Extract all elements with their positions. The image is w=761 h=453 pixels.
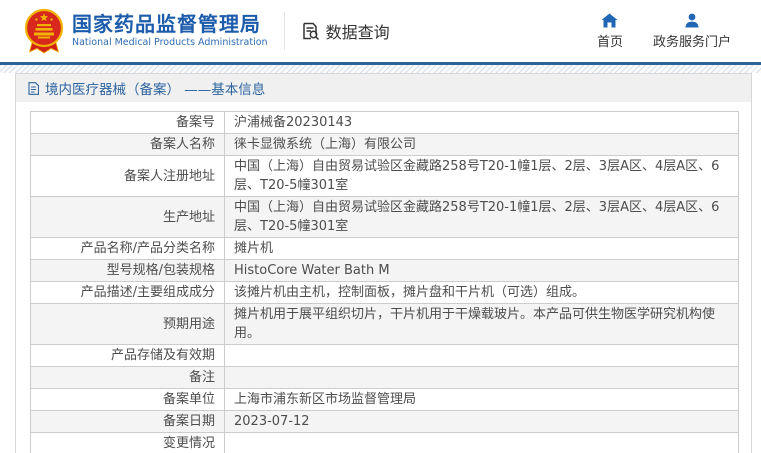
row-label: 备案人注册地址 [30, 155, 225, 197]
row-label: 备案号 [30, 111, 225, 134]
site-title: 国家药品监督管理局 [72, 12, 261, 37]
table-row: 备注 [30, 366, 739, 389]
user-icon [684, 13, 700, 28]
table-row: 生产地址 中国（上海）自由贸易试验区金藏路258号T20-1幢1层、2层、3层A区… [30, 196, 739, 238]
table-row: 产品名称/产品分类名称 摊片机 [30, 237, 739, 260]
row-label: 预期用途 [30, 303, 225, 345]
table-row: 备案日期 2023-07-12 [30, 410, 739, 433]
table-row: 备案单位 上海市浦东新区市场监督管理局 [30, 388, 739, 411]
row-label: 产品名称/产品分类名称 [30, 237, 225, 260]
row-label: 产品存储及有效期 [30, 344, 225, 367]
panel-title: 境内医疗器械（备案） ——基本信息 [45, 82, 266, 98]
site-header: 国家药品监督管理局 National Medical Products Admi… [0, 0, 761, 62]
record-table-wrap: 备案号 沪浦械备20230143 备案人名称 徕卡显微系统（上海）有限公司 备案人注册地… [16, 102, 751, 453]
data-query-label: 数据查询 [325, 23, 390, 42]
panel-title-bar: 境内医疗器械（备案） ——基本信息 [16, 74, 751, 102]
brand: 国家药品监督管理局 National Medical Products Admi… [24, 8, 268, 54]
row-label: 备注 [30, 366, 225, 389]
row-value: 摊片机 [224, 237, 739, 260]
document-icon [28, 81, 39, 95]
record-table: 备案号 沪浦械备20230143 备案人名称 徕卡显微系统（上海）有限公司 备案人注册地… [30, 111, 739, 453]
row-label: 备案单位 [30, 388, 225, 411]
national-emblem-logo [24, 8, 64, 54]
row-value [224, 366, 739, 389]
row-value: 2023-07-12 [224, 410, 739, 433]
row-label: 备案人名称 [30, 133, 225, 156]
row-label: 变更情况 [30, 432, 225, 453]
row-label: 备案日期 [30, 410, 225, 433]
nav-home-label: 首页 [596, 34, 623, 50]
row-label: 生产地址 [30, 196, 225, 238]
home-icon [601, 13, 618, 28]
row-value: HistoCore Water Bath M [224, 259, 739, 282]
table-row: 备案人注册地址 中国（上海）自由贸易试验区金藏路258号T20-1幢1层、2层、3… [30, 155, 739, 197]
row-value: 中国（上海）自由贸易试验区金藏路258号T20-1幢1层、2层、3层A区、4层A… [224, 155, 739, 197]
table-row: 产品存储及有效期 [30, 344, 739, 367]
row-value: 沪浦械备20230143 [224, 111, 739, 134]
row-value [224, 432, 739, 453]
site-subtitle: National Medical Products Administration [72, 37, 268, 49]
table-row: 产品描述/主要组成成分 该摊片机由主机，控制面板，摊片盘和干片机（可选）组成。 [30, 281, 739, 304]
record-panel: 境内医疗器械（备案） ——基本信息 备案号 沪浦械备20230143 备案人名称 徕卡… [15, 73, 752, 453]
nav-home[interactable]: 首页 [597, 13, 623, 50]
row-value: 上海市浦东新区市场监督管理局 [224, 388, 739, 411]
table-row: 变更情况 [30, 432, 739, 453]
table-row: 备案人名称 徕卡显微系统（上海）有限公司 [30, 133, 739, 156]
row-value: 中国（上海）自由贸易试验区金藏路258号T20-1幢1层、2层、3层A区、4层A… [224, 196, 739, 238]
table-row: 预期用途 摊片机用于展平组织切片，干片机用于干燥载玻片。本产品可供生物医学研究机构… [30, 303, 739, 345]
row-value: 徕卡显微系统（上海）有限公司 [224, 133, 739, 156]
row-value: 摊片机用于展平组织切片，干片机用于干燥载玻片。本产品可供生物医学研究机构使用。 [224, 303, 739, 345]
table-row: 备案号 沪浦械备20230143 [30, 111, 739, 134]
nav-gov-portal[interactable]: 政务服务门户 [653, 13, 731, 50]
table-row: 型号规格/包装规格 HistoCore Water Bath M [30, 259, 739, 282]
nav-gov-portal-label: 政务服务门户 [652, 34, 731, 50]
decorative-hatch-band [0, 65, 761, 73]
row-value [224, 344, 739, 367]
data-query-tab[interactable]: 数据查询 [283, 12, 390, 50]
document-search-icon [300, 21, 320, 41]
row-value: 该摊片机由主机，控制面板，摊片盘和干片机（可选）组成。 [224, 281, 739, 304]
top-nav: 首页 政务服务门户 [597, 13, 731, 50]
row-label: 型号规格/包装规格 [30, 259, 225, 282]
row-label: 产品描述/主要组成成分 [30, 281, 225, 304]
info-table-body: 备案号 沪浦械备20230143 备案人名称 徕卡显微系统（上海）有限公司 备案人注册地… [30, 111, 739, 453]
